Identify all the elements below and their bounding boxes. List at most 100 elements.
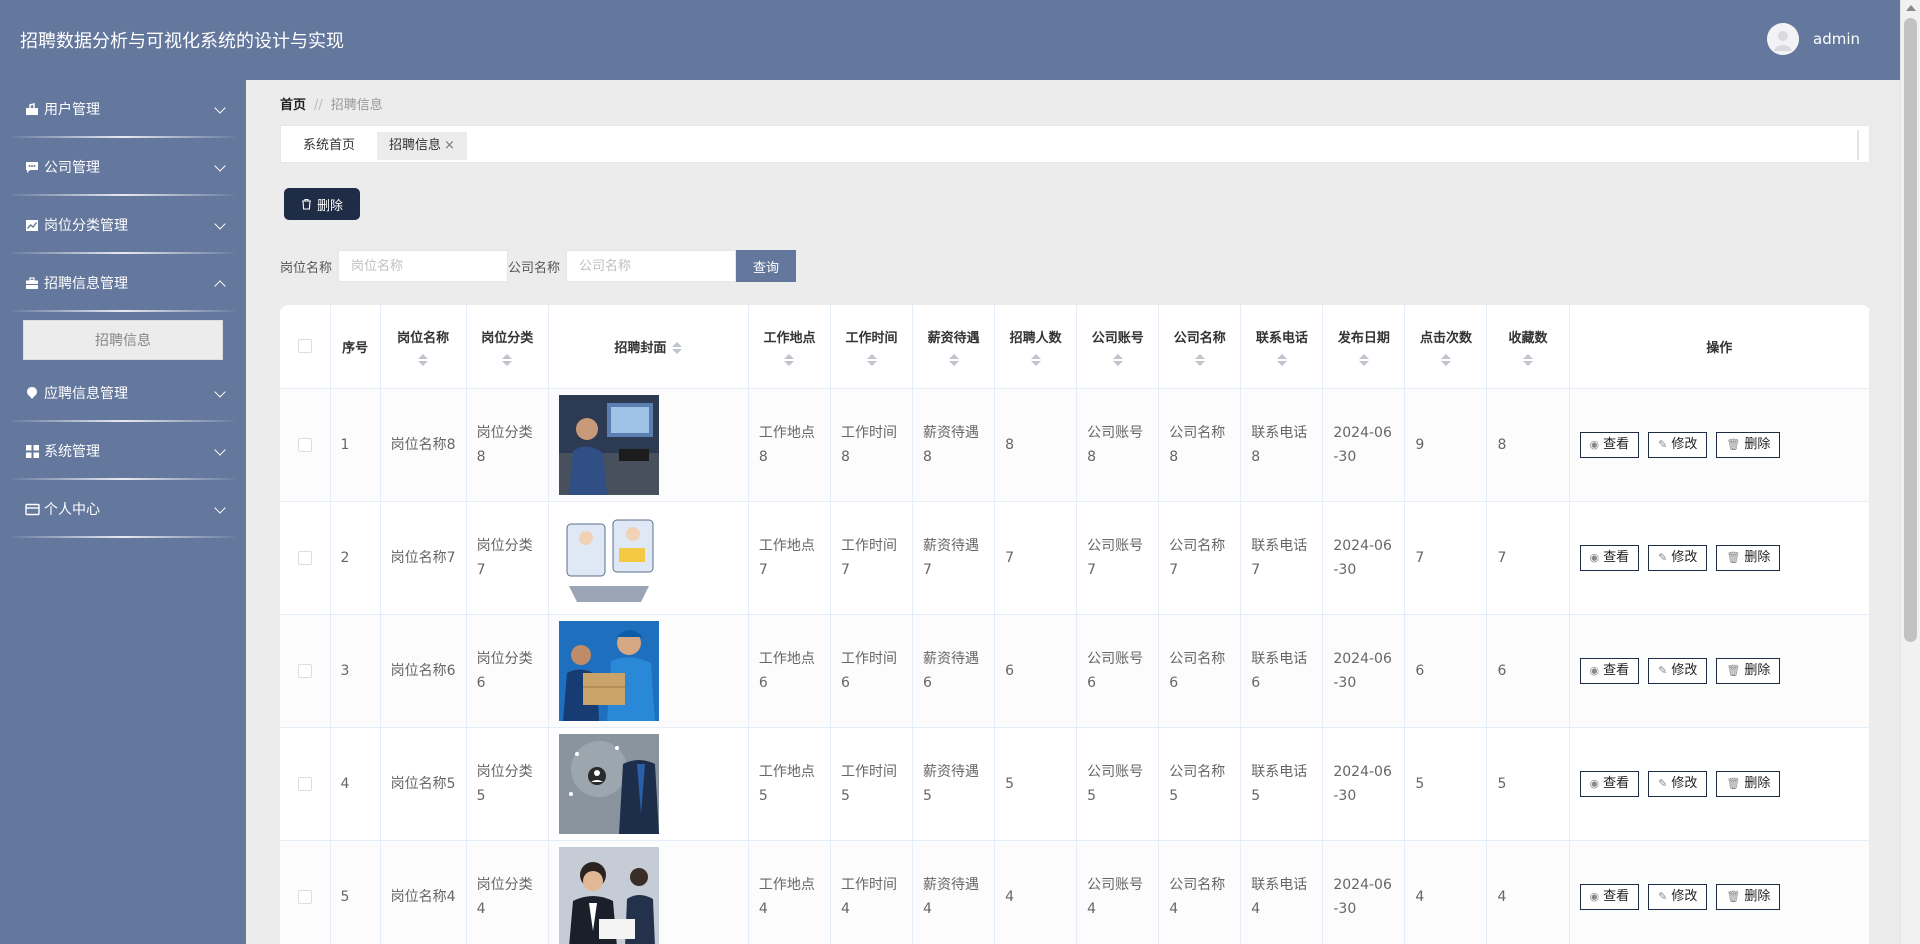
row-checkbox[interactable] <box>297 889 312 904</box>
edit-button[interactable]: ✎ 修改 <box>1648 431 1708 458</box>
row-checkbox[interactable] <box>297 663 312 678</box>
column-header[interactable]: 点击次数 <box>1404 305 1488 389</box>
divider <box>12 310 234 312</box>
sidebar-item-company-management[interactable]: 公司管理 <box>0 138 246 196</box>
sidebar-item-job-category-management[interactable]: 岗位分类管理 <box>0 196 246 254</box>
column-header[interactable]: 工作地点 <box>748 305 831 389</box>
sort-icon[interactable] <box>1194 353 1205 366</box>
sort-icon[interactable] <box>1112 353 1123 366</box>
breadcrumb-home[interactable]: 首页 <box>280 98 306 113</box>
scroll-up-icon[interactable] <box>1906 5 1916 11</box>
column-header[interactable]: 公司账号 <box>1076 305 1160 389</box>
cell-job-name: 岗位名称5 <box>380 727 467 841</box>
sort-icon[interactable] <box>1523 353 1534 366</box>
sort-icon[interactable] <box>418 353 429 366</box>
cell-text: 工作地点 8 <box>758 424 815 465</box>
edit-button[interactable]: ✎ 修改 <box>1648 544 1708 571</box>
view-button[interactable]: ◉ 查看 <box>1579 657 1640 684</box>
cell-text: 8 <box>1005 436 1015 453</box>
submenu-item-recruitment-info[interactable]: 招聘信息 <box>23 320 223 360</box>
close-icon[interactable]: × <box>444 138 455 153</box>
sort-icon[interactable] <box>1276 353 1287 366</box>
edit-button[interactable]: ✎ 修改 <box>1648 770 1708 797</box>
pencil-icon: ✎ <box>1658 663 1668 677</box>
column-header[interactable]: 岗位分类 <box>466 305 549 389</box>
sidebar-item-system-management[interactable]: 系统管理 <box>0 422 246 480</box>
cell-clicks: 7 <box>1404 501 1488 615</box>
avatar[interactable] <box>1767 23 1799 55</box>
cover-image[interactable] <box>558 733 659 834</box>
sidebar-item-personal-center[interactable]: 个人中心 <box>0 480 246 538</box>
tab-system-home[interactable]: 系统首页 <box>291 132 367 160</box>
sidebar-item-user-management[interactable]: 用户管理 <box>0 80 246 138</box>
tab-recruitment-info[interactable]: 招聘信息 × <box>377 132 467 160</box>
page-scrollbar[interactable] <box>1900 0 1920 944</box>
cell-cover <box>548 388 749 502</box>
sort-icon[interactable] <box>672 342 683 355</box>
chevron-down-icon <box>214 502 226 514</box>
edit-button[interactable]: ✎ 修改 <box>1648 883 1708 910</box>
user-menu[interactable]: admin <box>1767 23 1860 55</box>
cell-text: 公司账号 8 <box>1087 424 1144 465</box>
cell-location: 工作地点 5 <box>748 727 831 841</box>
column-header[interactable]: 收藏数 <box>1486 305 1570 389</box>
delete-button[interactable]: 🗑 删除 <box>1716 431 1781 458</box>
cover-image[interactable] <box>558 620 659 721</box>
view-button[interactable]: ◉ 查看 <box>1579 544 1640 571</box>
company-name-input[interactable] <box>566 250 737 282</box>
cell-text: 工作时间 6 <box>840 650 897 691</box>
column-header[interactable]: 招聘封面 <box>548 305 749 389</box>
delete-button[interactable]: 🗑 删除 <box>1716 544 1781 571</box>
cell-text: 岗位分类 6 <box>476 650 533 691</box>
trash-icon: 🗑 <box>1726 437 1741 451</box>
cell-actions: ◉ 查看 ✎ 修改 🗑 删除 <box>1569 727 1870 841</box>
sort-icon[interactable] <box>866 353 877 366</box>
sort-icon[interactable] <box>1030 353 1041 366</box>
cell-headcount: 4 <box>994 840 1078 944</box>
sidebar-item-application-management[interactable]: 应聘信息管理 <box>0 364 246 422</box>
edit-button[interactable]: ✎ 修改 <box>1648 657 1708 684</box>
cell-text: 工作地点 5 <box>758 763 815 804</box>
cover-image[interactable] <box>558 394 659 495</box>
column-header[interactable]: 联系电话 <box>1240 305 1324 389</box>
button-label: 修改 <box>1671 436 1698 452</box>
batch-delete-button[interactable]: 删除 <box>284 188 360 220</box>
sort-icon[interactable] <box>784 353 795 366</box>
cell-clicks: 6 <box>1404 614 1488 728</box>
sort-icon[interactable] <box>502 353 513 366</box>
cell-text: 4 <box>1415 888 1425 905</box>
cell-publish-date: 2024-06 -30 <box>1322 727 1406 841</box>
sort-icon[interactable] <box>948 353 959 366</box>
query-button[interactable]: 查询 <box>736 250 797 282</box>
cell-company-name: 公司名称 4 <box>1158 840 1242 944</box>
cell-publish-date: 2024-06 -30 <box>1322 501 1406 615</box>
delete-button[interactable]: 🗑 删除 <box>1716 657 1781 684</box>
sort-icon[interactable] <box>1440 353 1451 366</box>
row-checkbox[interactable] <box>297 776 312 791</box>
job-name-input[interactable] <box>338 250 509 282</box>
cell-text: 8 <box>1497 436 1507 453</box>
column-header[interactable]: 招聘人数 <box>994 305 1078 389</box>
view-button[interactable]: ◉ 查看 <box>1579 770 1640 797</box>
cell-text: 公司账号 6 <box>1087 650 1144 691</box>
column-header[interactable]: 工作时间 <box>830 305 914 389</box>
delete-button[interactable]: 🗑 删除 <box>1716 883 1781 910</box>
column-header[interactable]: 薪资待遇 <box>912 305 996 389</box>
column-header[interactable]: 公司名称 <box>1158 305 1242 389</box>
select-all-checkbox[interactable] <box>297 339 312 354</box>
sort-icon[interactable] <box>1358 353 1369 366</box>
cover-image[interactable] <box>558 846 659 944</box>
row-checkbox[interactable] <box>297 437 312 452</box>
job-name-label: 岗位名称 <box>280 260 333 276</box>
delete-button[interactable]: 🗑 删除 <box>1716 770 1781 797</box>
sidebar-item-recruitment-management[interactable]: 招聘信息管理 <box>0 254 246 312</box>
view-button[interactable]: ◉ 查看 <box>1579 883 1640 910</box>
scrollbar-thumb[interactable] <box>1904 18 1917 642</box>
cover-image[interactable] <box>558 507 659 608</box>
column-header[interactable]: 岗位名称 <box>380 305 467 389</box>
column-header[interactable]: 发布日期 <box>1322 305 1406 389</box>
app-title: 招聘数据分析与可视化系统的设计与实现 <box>20 31 344 52</box>
row-checkbox[interactable] <box>297 550 312 565</box>
cell-index: 2 <box>330 501 381 615</box>
view-button[interactable]: ◉ 查看 <box>1579 431 1640 458</box>
